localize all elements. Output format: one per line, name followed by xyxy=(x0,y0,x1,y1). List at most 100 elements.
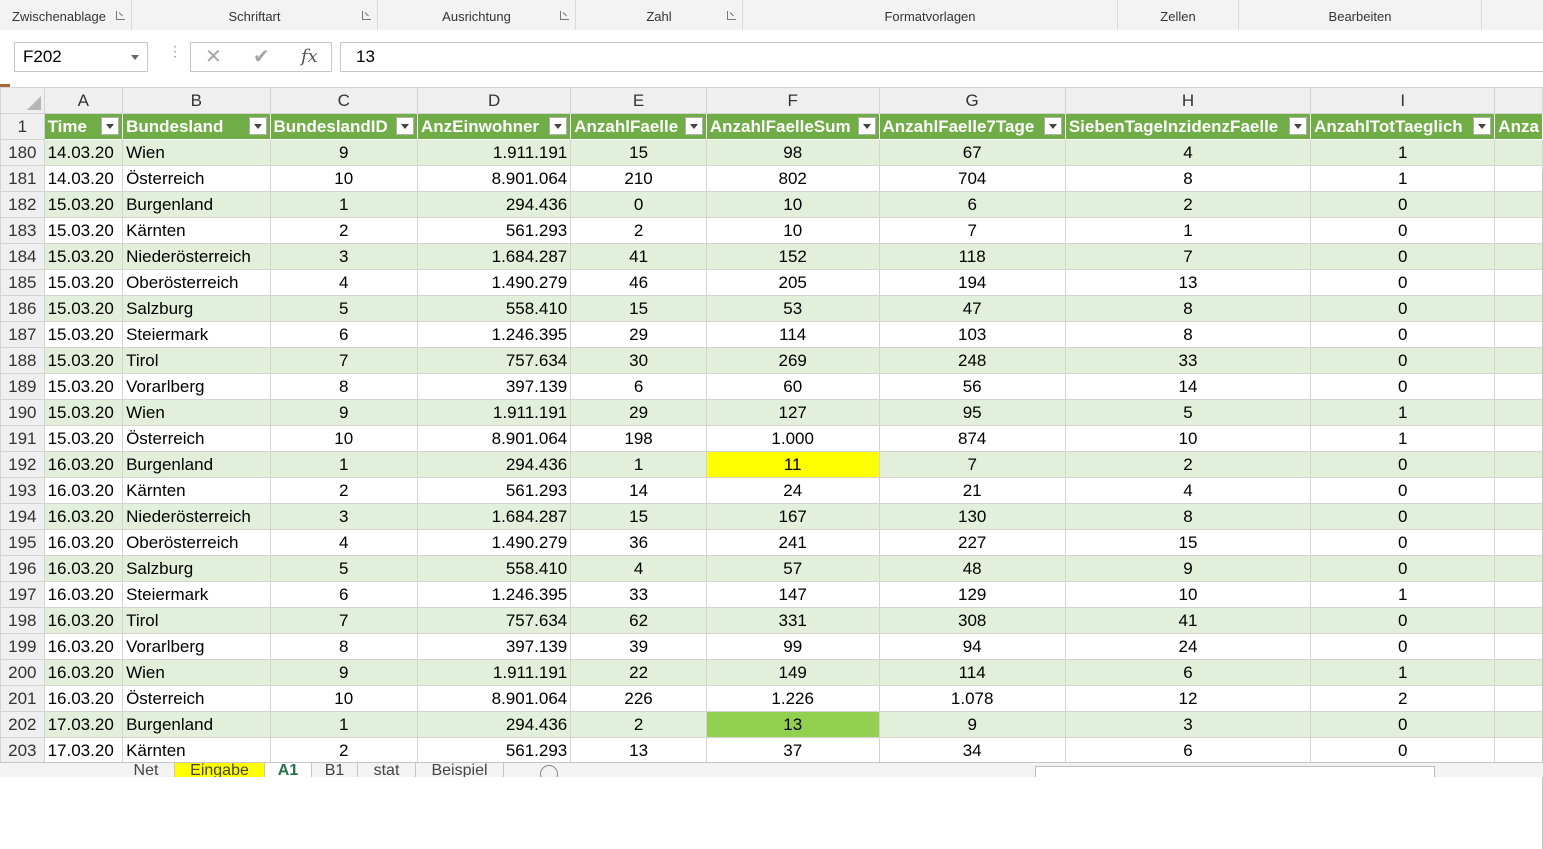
grid-cell[interactable]: 7 xyxy=(269,607,418,634)
row-header[interactable]: 1 xyxy=(0,113,45,140)
grid-cell[interactable]: 13 xyxy=(705,711,880,738)
grid-cell[interactable]: 2 xyxy=(570,217,707,244)
grid-cell[interactable]: 1 xyxy=(1310,399,1496,426)
grid-cell[interactable]: 15 xyxy=(570,295,707,322)
grid-cell[interactable]: Burgenland xyxy=(122,711,271,738)
grid-cell[interactable]: 0 xyxy=(1310,347,1496,374)
grid-cell[interactable]: Niederösterreich xyxy=(122,503,271,530)
grid-cell[interactable]: Salzburg xyxy=(122,555,271,582)
column-header[interactable] xyxy=(1494,87,1543,114)
grid-cell[interactable]: 98 xyxy=(705,139,880,166)
grid-cell[interactable]: Wien xyxy=(122,659,271,686)
grid-cell[interactable]: 21 xyxy=(878,477,1066,504)
grid-cell[interactable]: 47 xyxy=(878,295,1066,322)
grid-cell[interactable]: 0 xyxy=(1310,373,1496,400)
grid-cell[interactable]: 0 xyxy=(1310,243,1496,270)
grid-cell[interactable]: 227 xyxy=(878,529,1066,556)
grid-cell[interactable]: 10 xyxy=(269,685,418,712)
row-header[interactable]: 201 xyxy=(0,685,45,712)
grid-cell[interactable]: Steiermark xyxy=(122,321,271,348)
select-all-button[interactable] xyxy=(0,87,45,114)
grid-cell[interactable] xyxy=(1494,711,1543,738)
grid-cell[interactable] xyxy=(1494,373,1543,400)
sheet-tab[interactable]: Beispiel xyxy=(416,763,504,777)
grid-cell[interactable] xyxy=(1494,659,1543,686)
grid-cell[interactable]: 16.03.20 xyxy=(43,451,124,478)
grid-cell[interactable]: 9 xyxy=(878,711,1066,738)
grid-cell[interactable]: 16.03.20 xyxy=(43,529,124,556)
grid-cell[interactable]: 1 xyxy=(1310,139,1496,166)
grid-cell[interactable]: 16.03.20 xyxy=(43,659,124,686)
grid-cell[interactable]: 8 xyxy=(269,633,418,660)
grid-cell[interactable]: 53 xyxy=(705,295,880,322)
grid-cell[interactable]: 6 xyxy=(570,373,707,400)
ribbon-group-styles[interactable]: Formatvorlagen xyxy=(743,0,1118,30)
grid-cell[interactable]: 1 xyxy=(1310,659,1496,686)
column-header[interactable]: B xyxy=(122,87,271,114)
grid-cell[interactable]: 4 xyxy=(269,269,418,296)
grid-cell[interactable]: 0 xyxy=(1310,503,1496,530)
grid-cell[interactable]: 4 xyxy=(570,555,707,582)
sheet-tab[interactable]: B1 xyxy=(312,763,358,777)
grid-cell[interactable]: 0 xyxy=(1310,711,1496,738)
sheet-tab[interactable]: stat xyxy=(358,763,416,777)
grid-cell[interactable] xyxy=(1494,295,1543,322)
grid-cell[interactable]: 103 xyxy=(878,321,1066,348)
grid-cell[interactable]: 802 xyxy=(705,165,880,192)
grid-cell[interactable]: 15 xyxy=(1064,529,1312,556)
grid-cell[interactable] xyxy=(1494,737,1543,764)
row-header[interactable]: 181 xyxy=(0,165,45,192)
grid-cell[interactable]: Tirol xyxy=(122,347,271,374)
grid-cell[interactable]: 130 xyxy=(878,503,1066,530)
column-header[interactable]: G xyxy=(878,87,1066,114)
row-header[interactable]: 186 xyxy=(0,295,45,322)
grid-cell[interactable]: 15.03.20 xyxy=(43,243,124,270)
grid-cell[interactable]: 2 xyxy=(570,711,707,738)
grid-cell[interactable]: Steiermark xyxy=(122,581,271,608)
grid-cell[interactable]: 15.03.20 xyxy=(43,425,124,452)
grid-cell[interactable]: 10 xyxy=(705,191,880,218)
grid-cell[interactable]: 16.03.20 xyxy=(43,555,124,582)
grid-cell[interactable]: 127 xyxy=(705,399,880,426)
grid-cell[interactable]: 0 xyxy=(1310,451,1496,478)
ribbon-group-editing[interactable]: Bearbeiten xyxy=(1239,0,1482,30)
row-header[interactable]: 202 xyxy=(0,711,45,738)
grid-cell[interactable] xyxy=(1494,607,1543,634)
grid-cell[interactable]: 0 xyxy=(1310,269,1496,296)
grid-cell[interactable]: 9 xyxy=(269,139,418,166)
grid-cell[interactable] xyxy=(1494,425,1543,452)
grid-cell[interactable]: 1.911.191 xyxy=(416,659,572,686)
grid-cell[interactable]: 39 xyxy=(570,633,707,660)
grid-cell[interactable]: 561.293 xyxy=(416,217,572,244)
grid-cell[interactable]: 1 xyxy=(269,451,418,478)
row-header[interactable]: 203 xyxy=(0,737,45,764)
sheet-tab[interactable]: Eingabe xyxy=(175,763,265,777)
grid-cell[interactable]: 757.634 xyxy=(416,607,572,634)
grid-cell[interactable]: 4 xyxy=(1064,477,1312,504)
ribbon-group-cells[interactable]: Zellen xyxy=(1118,0,1239,30)
grid-cell[interactable]: Tirol xyxy=(122,607,271,634)
grid-cell[interactable]: 33 xyxy=(1064,347,1312,374)
grid-cell[interactable]: 561.293 xyxy=(416,477,572,504)
sheet-tab[interactable]: Net xyxy=(118,763,175,777)
column-header[interactable]: H xyxy=(1064,87,1312,114)
grid-cell[interactable]: 704 xyxy=(878,165,1066,192)
grid-cell[interactable]: 3 xyxy=(269,243,418,270)
grid-cell[interactable]: 6 xyxy=(878,191,1066,218)
grid-cell[interactable]: 24 xyxy=(1064,633,1312,660)
grid-cell[interactable]: 0 xyxy=(1310,191,1496,218)
row-header[interactable]: 190 xyxy=(0,399,45,426)
row-header[interactable]: 197 xyxy=(0,581,45,608)
grid-cell[interactable]: 4 xyxy=(1064,139,1312,166)
row-header[interactable]: 191 xyxy=(0,425,45,452)
grid-cell[interactable]: 15.03.20 xyxy=(43,373,124,400)
grid-cell[interactable]: 15.03.20 xyxy=(43,191,124,218)
grid-cell[interactable]: 0 xyxy=(1310,737,1496,764)
grid-cell[interactable]: 15.03.20 xyxy=(43,269,124,296)
grid-cell[interactable]: 0 xyxy=(1310,477,1496,504)
dialog-launcher-icon[interactable] xyxy=(116,11,125,20)
grid-cell[interactable]: 397.139 xyxy=(416,633,572,660)
grid-cell[interactable]: 8 xyxy=(1064,165,1312,192)
grid-cell[interactable]: 10 xyxy=(1064,581,1312,608)
grid-cell[interactable]: Kärnten xyxy=(122,217,271,244)
